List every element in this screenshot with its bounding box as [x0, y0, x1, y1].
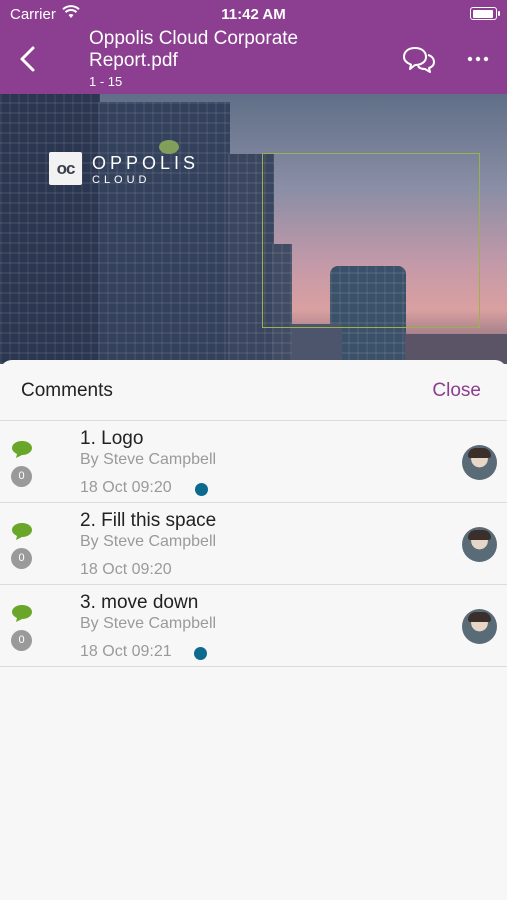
document-title: Oppolis Cloud Corporate Report.pdf	[89, 28, 299, 71]
comment-bubble-icon	[12, 523, 32, 540]
comment-row[interactable]: 0 3. move down By Steve Campbell 18 Oct …	[0, 585, 507, 667]
comment-title: 3. move down	[80, 592, 199, 613]
brand-logo-subtext: CLOUD	[92, 174, 151, 186]
comment-row[interactable]: 0 1. Logo By Steve Campbell 18 Oct 09:20	[0, 421, 507, 503]
status-bar: Carrier 11:42 AM	[0, 0, 507, 28]
avatar	[462, 609, 497, 644]
back-chevron-icon[interactable]	[14, 44, 40, 74]
brand-logo-text: OPPOLIS	[92, 153, 200, 173]
comment-date: 18 Oct 09:20	[80, 561, 172, 578]
more-horizontal-icon[interactable]	[465, 52, 491, 66]
document-preview[interactable]: oc OPPOLIS CLOUD	[0, 94, 507, 364]
battery-icon	[470, 7, 500, 20]
comment-title: 1. Logo	[80, 428, 144, 449]
comment-bubble-icon	[12, 441, 32, 458]
comment-author: By Steve Campbell	[80, 533, 217, 550]
comment-title: 2. Fill this space	[80, 510, 217, 531]
comments-header: Comments Close	[0, 360, 507, 421]
annotation-pin[interactable]	[159, 140, 179, 154]
comment-bubble-icon	[12, 605, 32, 622]
reply-count-badge: 0	[11, 630, 32, 651]
unread-indicator	[195, 483, 208, 496]
avatar	[462, 527, 497, 562]
comments-sheet: Comments Close 0 1. Logo By Steve Campbe…	[0, 360, 507, 900]
top-bar: Carrier 11:42 AM Oppolis Cloud Corporate…	[0, 0, 507, 94]
page-range: 1 - 15	[89, 74, 123, 89]
avatar	[462, 445, 497, 480]
annotation-area[interactable]	[262, 153, 480, 328]
comment-date: 18 Oct 09:21	[80, 643, 172, 660]
close-button[interactable]: Close	[432, 380, 481, 402]
reply-count-badge: 0	[11, 548, 32, 569]
comment-row[interactable]: 0 2. Fill this space By Steve Campbell 1…	[0, 503, 507, 585]
reply-count-badge: 0	[11, 466, 32, 487]
clock: 11:42 AM	[221, 6, 286, 23]
comment-author: By Steve Campbell	[80, 615, 217, 632]
comment-author: By Steve Campbell	[80, 451, 217, 468]
comment-date: 18 Oct 09:20	[80, 479, 172, 496]
building-shape	[292, 324, 342, 364]
brand-logo-mark: oc	[49, 152, 82, 185]
unread-indicator	[194, 647, 207, 660]
comments-title: Comments	[21, 380, 113, 401]
chat-bubbles-icon[interactable]	[401, 46, 437, 74]
building-shape	[0, 94, 100, 364]
